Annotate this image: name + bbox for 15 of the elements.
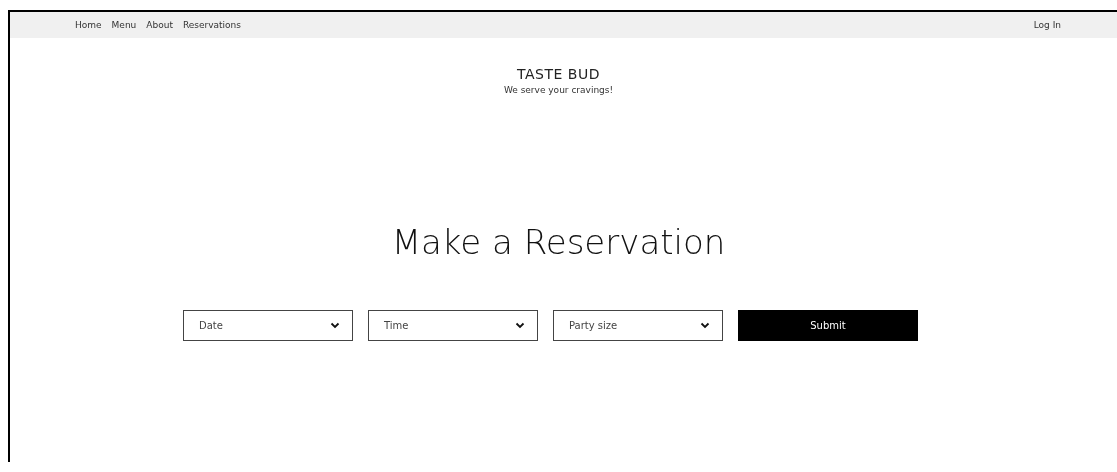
login-link[interactable]: Log In	[1033, 20, 1061, 30]
page-heading: Make a Reservation	[390, 222, 727, 262]
dropdown-field[interactable]: Party size	[553, 310, 723, 341]
nav-link[interactable]: About	[146, 20, 173, 30]
chevron-down-icon	[515, 322, 525, 329]
nav-link[interactable]: Menu	[111, 20, 137, 30]
dropdown-field[interactable]: Time	[368, 310, 538, 341]
site-title: TASTE BUD	[516, 66, 601, 82]
submit-button[interactable]: Submit	[738, 310, 918, 341]
chevron-down-icon	[700, 322, 710, 329]
nav-link[interactable]: Home	[75, 20, 102, 30]
site-tagline: We serve your cravings!	[502, 85, 615, 95]
chevron-down-icon	[330, 322, 340, 329]
dropdown-field[interactable]: Date	[183, 310, 353, 341]
nav-link[interactable]: Reservations	[182, 20, 241, 30]
